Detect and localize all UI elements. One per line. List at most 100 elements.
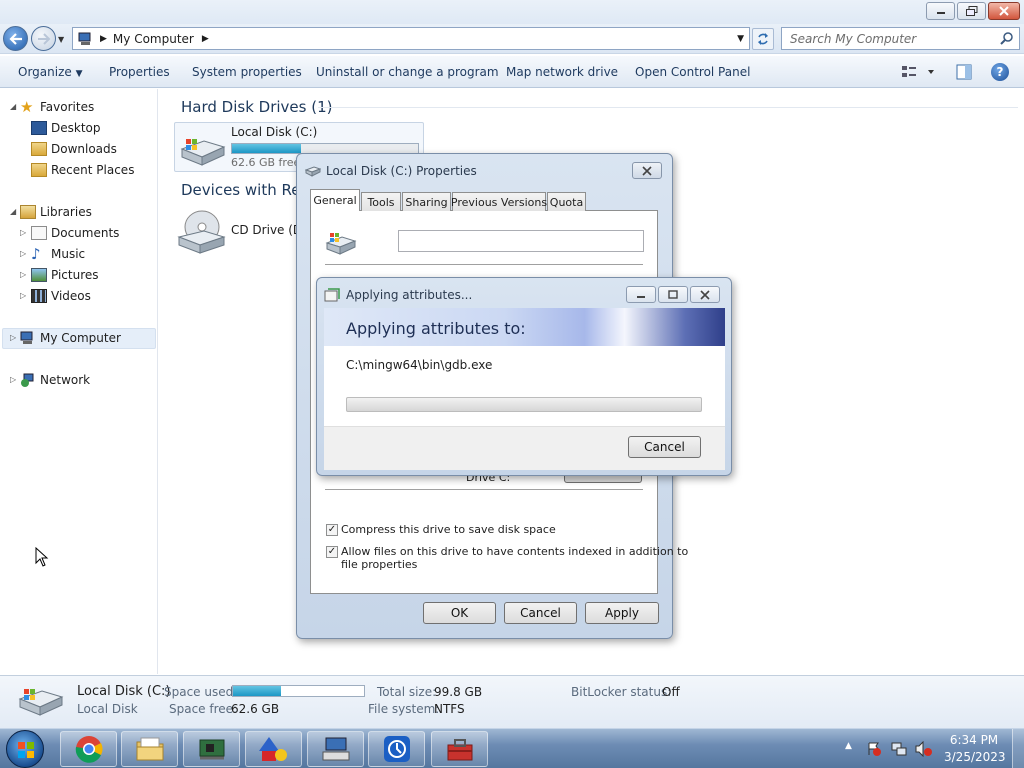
organize-menu[interactable]: Organize ▼ (18, 56, 83, 88)
tab-sharing[interactable]: Sharing (402, 192, 451, 211)
applying-progress-bar (346, 397, 702, 412)
expand-music-icon[interactable]: ▷ (20, 249, 26, 258)
map-network-drive-button[interactable]: Map network drive (506, 56, 618, 88)
minimize-button[interactable] (926, 2, 955, 20)
taskbar-explorer[interactable] (121, 731, 178, 767)
taskbar-chrome[interactable] (60, 731, 117, 767)
devices-group-header[interactable]: Devices with Rem (181, 181, 315, 199)
nav-downloads[interactable]: Downloads (31, 139, 117, 159)
close-icon (700, 289, 710, 300)
computer-icon (78, 32, 91, 45)
recent-pages-chevron-icon[interactable]: ▼ (58, 35, 64, 44)
keyboard-icon (322, 737, 349, 761)
applying-maximize-button[interactable] (658, 286, 688, 303)
applying-close-button[interactable] (690, 286, 720, 303)
uninstall-program-button[interactable]: Uninstall or change a program (316, 56, 499, 88)
clock-time[interactable]: 6:34 PM (944, 733, 1004, 747)
ok-button[interactable]: OK (423, 602, 496, 624)
details-drive-name: Local Disk (C:) (77, 684, 171, 699)
nav-pictures[interactable]: Pictures (31, 265, 99, 285)
nav-network-label: Network (40, 373, 91, 387)
nav-videos-label: Videos (51, 289, 91, 303)
title-bar (0, 0, 1024, 24)
taskbar-hardware-app[interactable] (183, 731, 240, 767)
show-hidden-icons[interactable]: ▲ (845, 741, 852, 751)
cd-drive-name[interactable]: CD Drive (D: (231, 223, 306, 237)
hard-disk-group-header[interactable]: Hard Disk Drives (1) (181, 98, 332, 116)
expand-computer-icon[interactable]: ▷ (10, 333, 16, 342)
change-view-button[interactable] (901, 65, 935, 82)
taskbar-shapes-app[interactable] (245, 731, 302, 767)
address-dropdown-icon[interactable]: ▼ (737, 34, 744, 44)
bitlocker-value: Off (662, 685, 680, 699)
taskbar-toolbox-app[interactable] (431, 731, 488, 767)
expand-videos-icon[interactable]: ▷ (20, 291, 26, 300)
applying-cancel-button[interactable]: Cancel (628, 436, 701, 458)
network-tray-icon[interactable] (891, 741, 907, 757)
recent-places-icon (31, 163, 47, 177)
index-label-line2[interactable]: file properties (341, 558, 417, 571)
app-badge-icon (383, 736, 410, 762)
expand-libraries-icon[interactable]: ◢ (10, 207, 16, 216)
forward-button[interactable] (31, 26, 56, 51)
breadcrumb-separator-icon[interactable]: ▶ (100, 34, 107, 44)
action-center-icon[interactable] (866, 741, 882, 757)
address-bar[interactable]: ▶ My Computer ▶ ▼ (72, 27, 750, 50)
nav-videos[interactable]: Videos (31, 286, 91, 306)
applying-file-path: C:\mingw64\bin\gdb.exe (346, 358, 493, 372)
volume-muted-icon[interactable] (915, 741, 933, 757)
search-icon[interactable] (1000, 31, 1014, 46)
nav-desktop[interactable]: Desktop (31, 118, 101, 138)
close-window-button[interactable] (988, 2, 1020, 20)
refresh-button[interactable] (752, 28, 774, 50)
properties-close-button[interactable] (632, 162, 662, 179)
compress-checkbox[interactable]: ✓ (326, 524, 338, 536)
compress-label[interactable]: Compress this drive to save disk space (341, 523, 556, 536)
search-input[interactable]: Search My Computer (790, 32, 916, 46)
nav-libraries[interactable]: Libraries (20, 202, 92, 222)
index-label-line1[interactable]: Allow files on this drive to have conten… (341, 545, 688, 558)
expand-network-icon[interactable]: ▷ (10, 375, 16, 384)
tab-previous-versions[interactable]: Previous Versions (451, 192, 547, 211)
taskbar-blue-app[interactable] (368, 731, 425, 767)
restore-button[interactable] (957, 2, 986, 20)
applying-minimize-button[interactable] (626, 286, 656, 303)
start-button[interactable] (6, 730, 44, 768)
applying-dialog-title: Applying attributes... (346, 288, 473, 302)
nav-recent-label: Recent Places (51, 163, 135, 177)
circuit-board-icon (199, 739, 224, 760)
properties-button[interactable]: Properties (109, 56, 170, 88)
properties-cancel-button[interactable]: Cancel (504, 602, 577, 624)
taskbar-keyboard-app[interactable] (307, 731, 364, 767)
close-icon (642, 165, 652, 176)
system-properties-button[interactable]: System properties (192, 56, 302, 88)
nav-documents[interactable]: Documents (31, 223, 119, 243)
preview-pane-icon (956, 64, 972, 80)
nav-my-computer[interactable]: My Computer (20, 328, 121, 348)
minimize-icon (637, 295, 645, 298)
nav-music[interactable]: ♪ Music (31, 244, 85, 264)
show-desktop-button[interactable] (1012, 729, 1024, 768)
back-button[interactable] (3, 26, 28, 51)
drive-small-icon (305, 166, 321, 177)
preview-pane-button[interactable] (956, 64, 972, 83)
expand-favorites-icon[interactable]: ◢ (10, 102, 16, 111)
panel-separator (325, 264, 643, 265)
breadcrumb-chevron-icon[interactable]: ▶ (202, 34, 209, 44)
apply-button[interactable]: Apply (585, 602, 659, 624)
index-checkbox[interactable]: ✓ (326, 546, 338, 558)
expand-pictures-icon[interactable]: ▷ (20, 270, 26, 279)
tab-tools[interactable]: Tools (361, 192, 401, 211)
open-control-panel-button[interactable]: Open Control Panel (635, 56, 750, 88)
nav-network[interactable]: Network (20, 370, 90, 390)
breadcrumb-my-computer[interactable]: My Computer (113, 32, 194, 46)
search-box[interactable]: Search My Computer (781, 27, 1020, 50)
expand-documents-icon[interactable]: ▷ (20, 228, 26, 237)
help-icon[interactable]: ? (991, 63, 1009, 81)
nav-favorites[interactable]: ★ Favorites (20, 97, 94, 117)
tab-quota[interactable]: Quota (547, 192, 586, 211)
tab-general[interactable]: General (310, 189, 360, 211)
nav-recent-places[interactable]: Recent Places (31, 160, 134, 180)
clock-date[interactable]: 3/25/2023 (944, 750, 1006, 764)
drive-label-input[interactable] (398, 230, 644, 252)
